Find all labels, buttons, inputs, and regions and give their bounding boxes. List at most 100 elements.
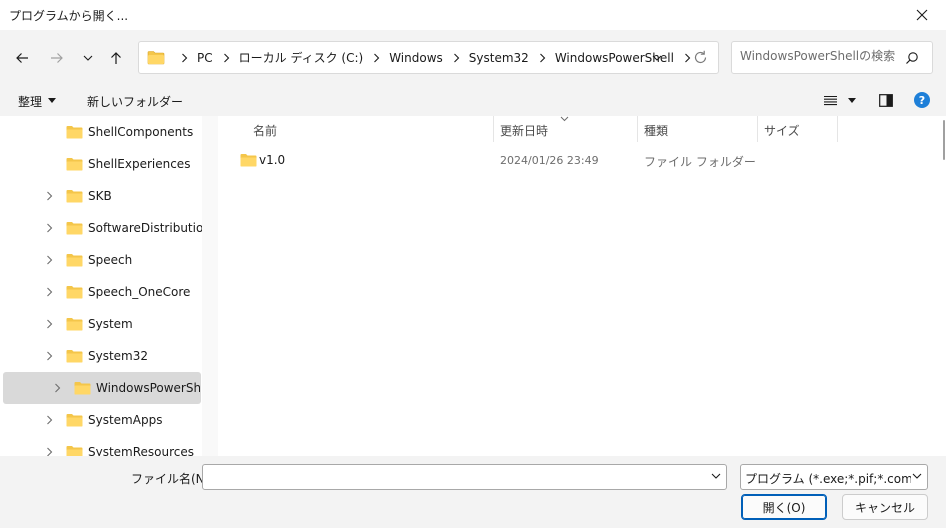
tree-item-shellexperiences[interactable]: ShellExperiences xyxy=(0,148,212,180)
chevron-down-icon xyxy=(83,55,93,61)
file-name: v1.0 xyxy=(259,153,286,167)
breadcrumb-local-disk[interactable]: ローカル ディスク (C:) xyxy=(239,49,364,66)
filename-input[interactable] xyxy=(207,469,707,483)
tree-item-systemresources[interactable]: SystemResources xyxy=(0,436,212,456)
tree-item-label: SoftwareDistribution xyxy=(88,221,211,235)
folder-icon xyxy=(66,446,83,456)
forward-arrow-icon xyxy=(51,53,63,63)
chevron-right-icon[interactable] xyxy=(46,223,53,233)
column-divider[interactable] xyxy=(757,116,758,142)
chevron-right-icon[interactable] xyxy=(46,415,53,425)
tree-item-systemapps[interactable]: SystemApps xyxy=(0,404,212,436)
close-button[interactable] xyxy=(902,0,942,30)
tree-item-speech[interactable]: Speech xyxy=(0,244,212,276)
address-bar[interactable]: PC ローカル ディスク (C:) Windows System32 Windo… xyxy=(138,41,719,74)
chevron-right-icon[interactable] xyxy=(223,53,230,63)
view-options-caret-icon[interactable] xyxy=(848,98,856,103)
view-list-icon[interactable] xyxy=(824,95,837,106)
window-title: プログラムから開く... xyxy=(9,9,129,23)
file-list-scrollbar[interactable] xyxy=(943,120,945,160)
tree-item-softwaredistribution[interactable]: SoftwareDistribution xyxy=(0,212,212,244)
chevron-right-icon[interactable] xyxy=(181,53,188,63)
up-button[interactable] xyxy=(102,44,130,72)
folder-icon xyxy=(66,350,83,363)
breadcrumb-pc[interactable]: PC xyxy=(197,51,213,65)
chevron-right-icon[interactable] xyxy=(54,383,61,393)
file-type-filter[interactable]: プログラム (*.exe;*.pif;*.com;*.bat xyxy=(740,464,928,490)
column-header-name[interactable]: 名前 xyxy=(253,122,277,148)
tree-item-speech-onecore[interactable]: Speech_OneCore xyxy=(0,276,212,308)
chevron-right-icon[interactable] xyxy=(46,319,53,329)
file-dialog-footer: ファイル名(N): プログラム (*.exe;*.pif;*.com;*.bat… xyxy=(0,456,946,528)
folder-icon xyxy=(66,190,83,203)
folder-icon xyxy=(147,51,165,65)
chevron-right-icon[interactable] xyxy=(539,53,546,63)
breadcrumb: PC ローカル ディスク (C:) Windows System32 Windo… xyxy=(171,42,700,73)
chevron-right-icon[interactable] xyxy=(46,191,53,201)
cancel-button[interactable]: キャンセル xyxy=(842,494,928,520)
tree-item-system[interactable]: System xyxy=(0,308,212,340)
folder-icon xyxy=(66,414,83,427)
open-button[interactable]: 開く(O) xyxy=(741,494,827,520)
file-type-filter-value: プログラム (*.exe;*.pif;*.com;*.bat xyxy=(745,472,911,486)
new-folder-button[interactable]: 新しいフォルダー xyxy=(87,93,183,110)
tree-item-system32[interactable]: System32 xyxy=(0,340,212,372)
up-arrow-icon xyxy=(111,52,121,64)
chevron-right-icon[interactable] xyxy=(453,53,460,63)
caret-down-icon[interactable] xyxy=(48,98,56,103)
navigation-pane: ShellComponents ShellExperiences SKB Sof… xyxy=(0,116,212,456)
column-divider[interactable] xyxy=(637,116,638,142)
file-type: ファイル フォルダー xyxy=(644,155,756,169)
column-divider[interactable] xyxy=(837,116,838,142)
file-modified: 2024/01/26 23:49 xyxy=(500,154,599,167)
tree-item-windowspowershell[interactable]: WindowsPowerShell xyxy=(3,372,201,404)
address-dropdown-icon[interactable] xyxy=(651,52,663,64)
chevron-right-icon[interactable] xyxy=(46,287,53,297)
filename-combobox[interactable] xyxy=(202,464,727,490)
chevron-right-icon[interactable] xyxy=(46,447,53,456)
tree-item-label: ShellExperiences xyxy=(88,157,191,171)
sort-chevron-icon xyxy=(560,116,569,122)
command-bar: 整理 新しいフォルダー ? xyxy=(0,86,946,116)
forward-button[interactable] xyxy=(43,44,71,72)
file-row[interactable]: v1.0 2024/01/26 23:49 ファイル フォルダー xyxy=(238,150,798,172)
folder-icon xyxy=(74,382,91,395)
organize-button[interactable]: 整理 xyxy=(18,93,42,110)
column-header-size[interactable]: サイズ xyxy=(764,122,800,148)
chevron-down-icon[interactable] xyxy=(912,473,922,480)
breadcrumb-windows[interactable]: Windows xyxy=(389,51,443,65)
navigation-bar: PC ローカル ディスク (C:) Windows System32 Windo… xyxy=(0,30,946,86)
column-header-modified[interactable]: 更新日時 xyxy=(500,122,548,148)
tree-item-label: System xyxy=(88,317,133,331)
chevron-right-icon[interactable] xyxy=(46,351,53,361)
chevron-down-icon[interactable] xyxy=(711,473,721,480)
help-icon[interactable]: ? xyxy=(914,92,930,108)
tree-item-label: Speech xyxy=(88,253,133,267)
folder-icon xyxy=(66,158,83,171)
back-button[interactable] xyxy=(8,44,36,72)
back-arrow-icon xyxy=(16,53,28,63)
tree-item-label: SystemResources xyxy=(88,445,195,456)
navigation-pane-scrollbar[interactable] xyxy=(202,116,218,456)
column-header-type[interactable]: 種類 xyxy=(644,122,668,148)
folder-icon xyxy=(240,154,257,167)
tree-item-shellcomponents[interactable]: ShellComponents xyxy=(0,116,212,148)
breadcrumb-system32[interactable]: System32 xyxy=(469,51,529,65)
preview-pane-icon[interactable] xyxy=(879,94,893,107)
chevron-right-icon[interactable] xyxy=(46,255,53,265)
folder-icon xyxy=(66,286,83,299)
search-box[interactable] xyxy=(731,41,933,74)
chevron-right-icon[interactable] xyxy=(373,53,380,63)
column-divider[interactable] xyxy=(493,116,494,142)
folder-icon xyxy=(66,222,83,235)
tree-item-label: ShellComponents xyxy=(88,125,194,139)
tree-item-label: SKB xyxy=(88,189,112,203)
tree-item-label: Speech_OneCore xyxy=(88,285,191,299)
chevron-right-icon[interactable] xyxy=(684,53,691,63)
refresh-icon[interactable] xyxy=(692,49,709,66)
tree-item-skb[interactable]: SKB xyxy=(0,180,212,212)
search-input[interactable] xyxy=(740,49,900,63)
recent-locations-button[interactable] xyxy=(74,44,102,72)
search-icon[interactable] xyxy=(905,51,919,65)
tree-item-label: WindowsPowerShell xyxy=(96,381,200,395)
